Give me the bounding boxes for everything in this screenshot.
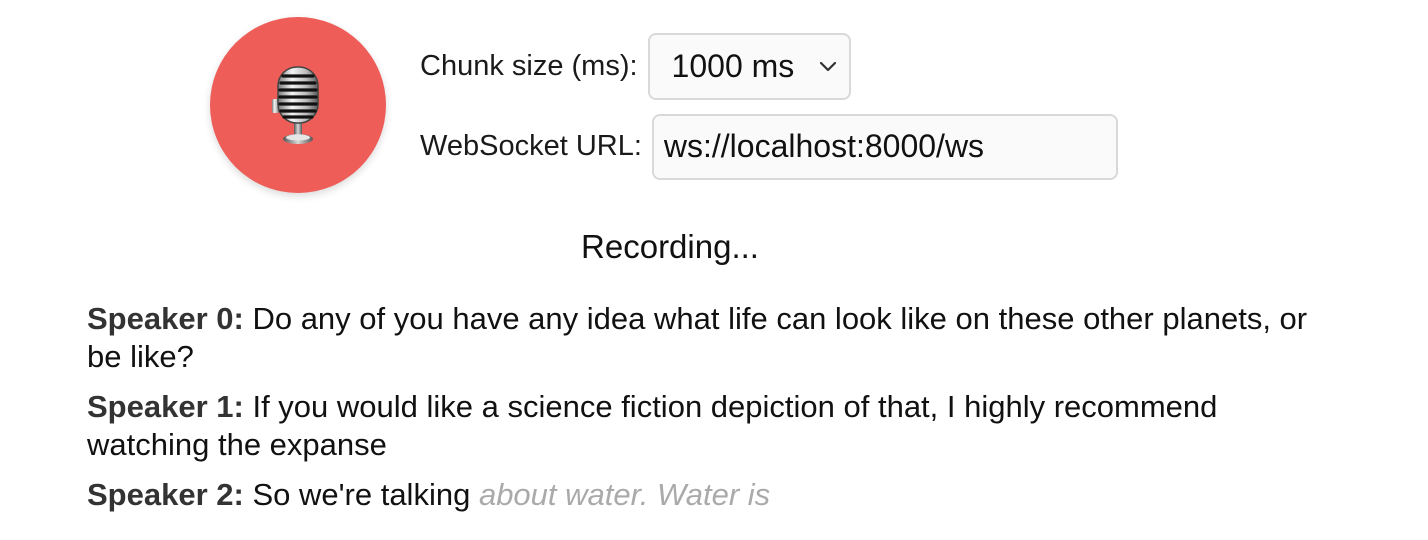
transcript-text: So we're talking: [252, 477, 471, 512]
transcript-line: Speaker 0: Do any of you have any idea w…: [87, 300, 1327, 376]
page: Chunk size (ms): 1000 ms WebSocket URL: …: [0, 0, 1428, 540]
record-button[interactable]: [210, 17, 386, 193]
chunk-size-row: Chunk size (ms): 1000 ms: [420, 32, 1118, 101]
microphone-icon: [272, 66, 319, 144]
transcript-line: Speaker 1: If you would like a science f…: [87, 388, 1327, 464]
speaker-label: Speaker 0:: [87, 301, 244, 336]
transcript-line: Speaker 2: So we're talking about water.…: [87, 476, 1327, 514]
chunk-size-label: Chunk size (ms):: [420, 50, 638, 82]
pending-transcript-text: about water. Water is: [478, 477, 771, 512]
settings-panel: Chunk size (ms): 1000 ms WebSocket URL:: [420, 32, 1118, 180]
websocket-url-label: WebSocket URL:: [420, 130, 642, 162]
transcript-text: If you would like a science fiction depi…: [87, 389, 1218, 462]
chevron-down-icon: [819, 61, 836, 71]
websocket-url-input[interactable]: [651, 113, 1118, 180]
speaker-label: Speaker 1:: [87, 389, 244, 424]
chunk-size-select[interactable]: 1000 ms: [647, 33, 851, 100]
speaker-label: Speaker 2:: [87, 477, 244, 512]
chunk-size-value: 1000 ms: [671, 48, 795, 84]
websocket-url-row: WebSocket URL:: [420, 113, 1118, 180]
transcript-text: Do any of you have any idea what life ca…: [87, 301, 1308, 374]
transcript: Speaker 0: Do any of you have any idea w…: [87, 300, 1327, 526]
recording-status: Recording...: [581, 228, 759, 265]
